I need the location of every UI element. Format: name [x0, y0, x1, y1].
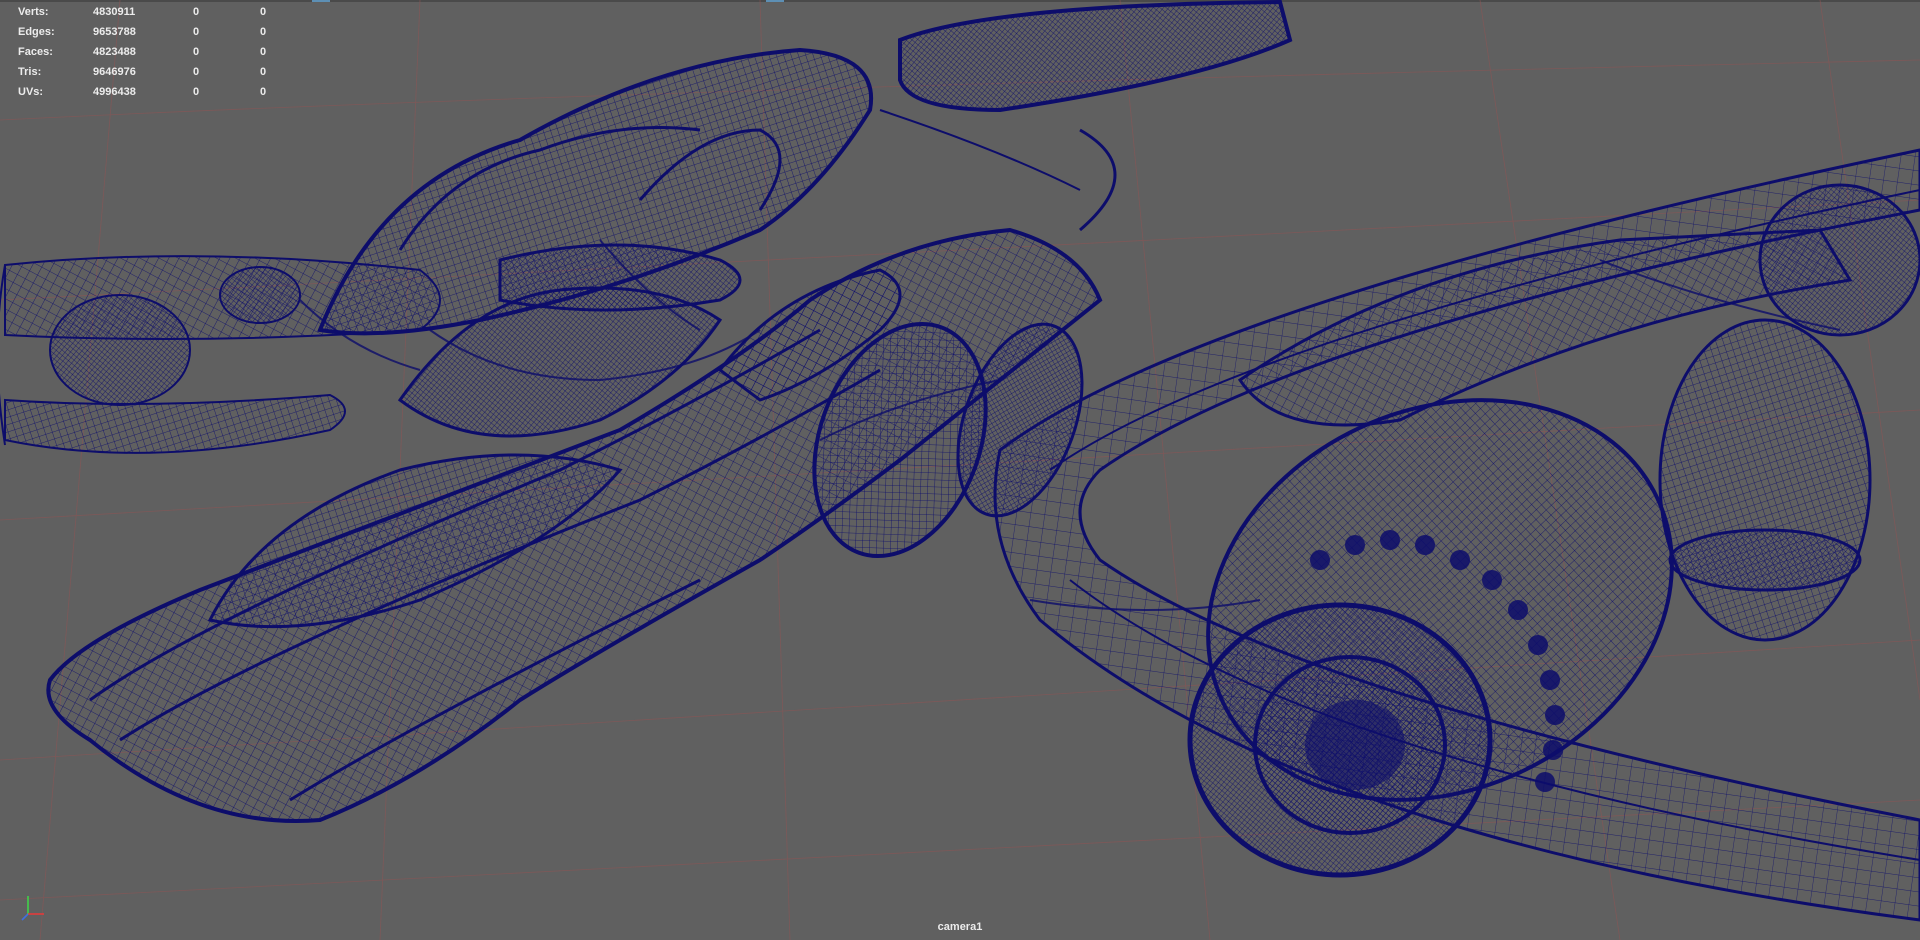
- hud-row-edges: Edges: 9653788 0 0: [18, 22, 278, 42]
- hud-label: Faces:: [18, 46, 53, 58]
- hud-total-value: 9653788: [93, 26, 136, 38]
- hud-component-value: 0: [260, 46, 267, 58]
- hud-row-tris: Tris: 9646976 0 0: [18, 62, 278, 82]
- top-engine-pod: [879, 0, 1293, 232]
- hud-selected-value: 0: [193, 26, 200, 38]
- hud-selected-value: 0: [193, 86, 200, 98]
- hud-label: Verts:: [18, 6, 49, 18]
- hud-component-value: 0: [260, 26, 267, 38]
- wireframe-scene[interactable]: [0, 0, 1920, 940]
- hud-component-value: 0: [260, 66, 267, 78]
- modeling-viewport[interactable]: Verts: 4830911 0 0 Edges: 9653788 0 0 Fa…: [0, 0, 1920, 940]
- hud-selected-value: 0: [193, 46, 200, 58]
- hud-total-value: 4823488: [93, 46, 136, 58]
- hud-total-value: 9646976: [93, 66, 136, 78]
- hud-selected-value: 0: [193, 66, 200, 78]
- hud-component-value: 0: [260, 86, 267, 98]
- hud-row-verts: Verts: 4830911 0 0: [18, 2, 278, 22]
- heads-up-display: Verts: 4830911 0 0 Edges: 9653788 0 0 Fa…: [18, 2, 278, 102]
- axis-gizmo-icon: [21, 896, 44, 921]
- hud-label: Edges:: [18, 26, 55, 38]
- hud-total-value: 4996438: [93, 86, 136, 98]
- hud-label: UVs:: [18, 86, 44, 98]
- camera-name-label: camera1: [937, 921, 983, 933]
- hud-total-value: 4830911: [93, 6, 136, 18]
- hud-component-value: 0: [260, 6, 267, 18]
- hud-selected-value: 0: [193, 6, 200, 18]
- hud-row-uvs: UVs: 4996438 0 0: [18, 82, 278, 102]
- hud-label: Tris:: [18, 66, 42, 78]
- hud-row-faces: Faces: 4823488 0 0: [18, 42, 278, 62]
